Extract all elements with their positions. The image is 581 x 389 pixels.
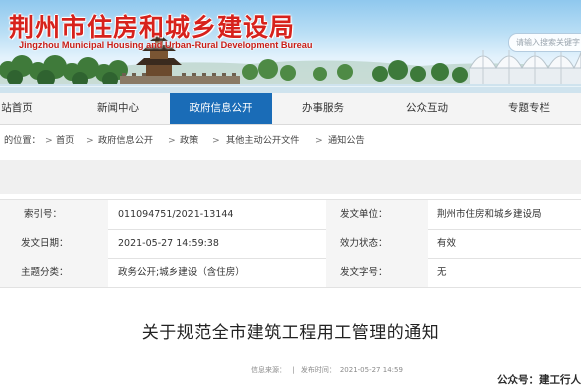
wechat-watermark: 公众号：建工行人 (497, 374, 581, 386)
issuer-value: 荆州市住房和城乡建设局 (437, 209, 542, 220)
nav-item-home[interactable]: 站首页 (0, 93, 34, 124)
docno-value: 无 (437, 267, 447, 278)
search-box[interactable] (508, 33, 581, 52)
index-label: 索引号： (0, 200, 108, 229)
breadcrumb-gov-info[interactable]: 政府信息公开 (98, 133, 153, 149)
docno-label: 发文字号： (326, 258, 428, 287)
article-title: 关于规范全市建筑工程用工管理的通知 (141, 323, 440, 343)
breadcrumb-home[interactable]: 首页 (56, 133, 74, 149)
publish-label: 发布时间： (300, 366, 336, 374)
article-meta: 信息来源： | 发布时间： 2021-05-27 14:59 (251, 365, 407, 375)
breadcrumb-separator: > (168, 135, 176, 146)
search-input[interactable] (516, 35, 581, 49)
breadcrumb-prefix: 的位置： (4, 135, 41, 146)
info-row: 发文日期： 2021-05-27 14:59:38 效力状态： 有效 (0, 229, 581, 259)
nav-item-news[interactable]: 新闻中心 (70, 93, 166, 124)
category-value: 政务公开;城乡建设（含住房） (118, 267, 245, 278)
breadcrumb-separator: > (212, 135, 220, 146)
breadcrumb-separator: > (45, 135, 53, 146)
nav-item-topics[interactable]: 专题专栏 (480, 93, 578, 124)
nav-item-services[interactable]: 办事服务 (274, 93, 372, 124)
index-value: 011094751/2021-13144 (118, 209, 234, 220)
status-value: 有效 (437, 238, 457, 249)
breadcrumb-other-files[interactable]: 其他主动公开文件 (226, 133, 300, 149)
date-label: 发文日期： (0, 229, 108, 258)
category-label: 主题分类： (0, 258, 108, 287)
breadcrumb-policy[interactable]: 政策 (180, 133, 198, 149)
publish-value: 2021-05-27 14:59 (339, 366, 403, 374)
site-title: 荆州市住房和城乡建设局 (9, 13, 296, 42)
nav-item-gov-info[interactable]: 政府信息公开 (170, 93, 272, 124)
status-label: 效力状态： (326, 229, 428, 258)
header-banner: 荆州市住房和城乡建设局 Jingzhou Municipal Housing a… (0, 0, 581, 93)
main-nav: 站首页 新闻中心 政府信息公开 办事服务 公众互动 专题专栏 (0, 93, 581, 125)
breadcrumb-separator: > (86, 135, 94, 146)
info-row: 索引号： 011094751/2021-13144 发文单位： 荆州市住房和城乡… (0, 200, 581, 230)
date-value: 2021-05-27 14:59:38 (118, 238, 219, 249)
section-divider-band (0, 160, 581, 194)
site-subtitle: Jingzhou Municipal Housing and Urban-Rur… (19, 40, 313, 50)
info-row: 主题分类： 政务公开;城乡建设（含住房） 发文字号： 无 (0, 258, 581, 288)
meta-divider: | (292, 366, 295, 374)
breadcrumb-notices[interactable]: 通知公告 (328, 133, 365, 149)
breadcrumb-separator: > (315, 135, 323, 146)
issuer-label: 发文单位： (326, 200, 428, 229)
source-label: 信息来源： (251, 366, 286, 374)
breadcrumb: 的位置： > 首页 > 政府信息公开 > 政策 > 其他主动公开文件 > 通知公… (0, 133, 581, 149)
document-info-table: 索引号： 011094751/2021-13144 发文单位： 荆州市住房和城乡… (0, 199, 581, 288)
nav-item-interaction[interactable]: 公众互动 (378, 93, 476, 124)
